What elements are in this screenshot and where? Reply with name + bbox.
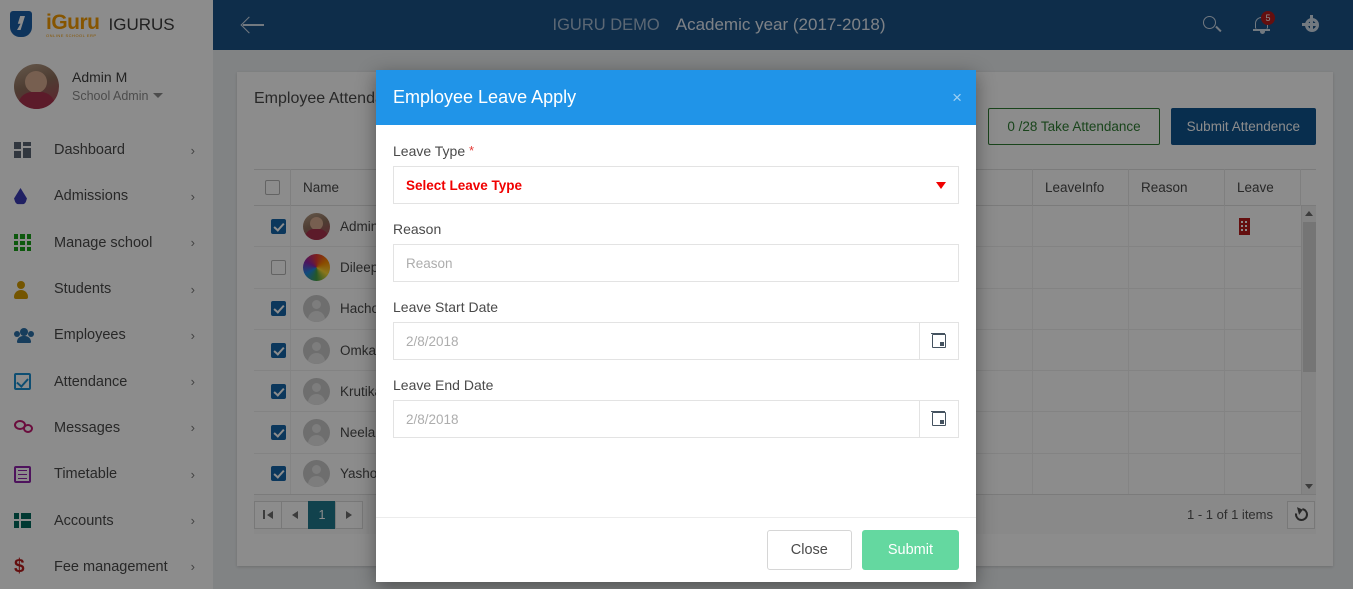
required-marker: * [469, 143, 475, 158]
leave-start-date-field: Leave Start Date [393, 299, 959, 360]
close-button[interactable]: Close [766, 530, 852, 570]
close-icon[interactable]: × [952, 89, 962, 106]
modal-title: Employee Leave Apply [393, 87, 577, 107]
leave-start-date-input[interactable] [393, 322, 919, 360]
reason-field: Reason [393, 221, 959, 282]
modal-body: Leave Type * Select Leave Type Reason Le… [376, 125, 976, 517]
leave-end-date-field: Leave End Date [393, 377, 959, 438]
employee-leave-apply-modal: Employee Leave Apply × Leave Type * Sele… [376, 70, 976, 582]
leave-type-label: Leave Type [393, 143, 466, 159]
leave-type-value: Select Leave Type [406, 177, 523, 193]
leave-start-date-label: Leave Start Date [393, 299, 499, 315]
leave-type-select[interactable]: Select Leave Type [393, 166, 959, 204]
submit-button[interactable]: Submit [861, 530, 959, 570]
reason-label: Reason [393, 221, 442, 237]
calendar-icon [931, 333, 946, 348]
modal-header: Employee Leave Apply × [376, 70, 976, 125]
app-root: iGuru ONLINE SCHOOL ERP IGURUS Admin M S… [0, 0, 1353, 589]
leave-start-date-calendar-button[interactable] [919, 322, 959, 360]
modal-footer: Close Submit [376, 517, 976, 582]
chevron-down-icon [936, 181, 946, 189]
calendar-icon [931, 411, 946, 426]
leave-end-date-input[interactable] [393, 400, 919, 438]
leave-type-field: Leave Type * Select Leave Type [393, 143, 959, 204]
reason-input[interactable] [393, 244, 959, 282]
leave-end-date-calendar-button[interactable] [919, 400, 959, 438]
leave-end-date-label: Leave End Date [393, 377, 494, 393]
